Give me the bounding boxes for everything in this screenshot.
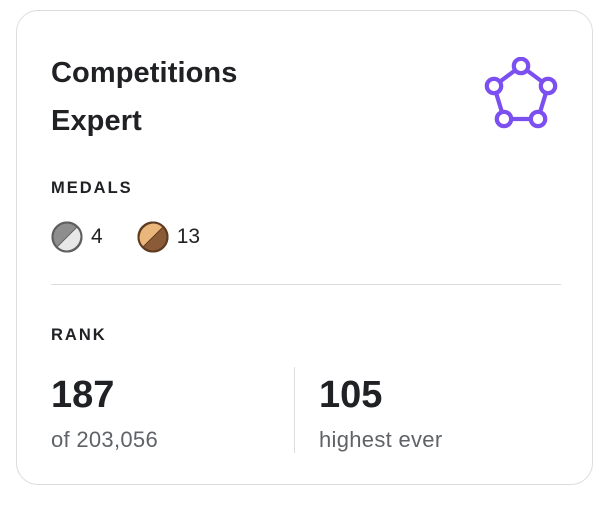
silver-medal: 4 (50, 220, 103, 254)
section-divider (51, 284, 561, 285)
title-line-category: Competitions (51, 57, 238, 89)
rank-label: RANK (51, 326, 107, 344)
medals-label: MEDALS (51, 179, 133, 197)
bronze-medal-icon (137, 221, 169, 253)
current-rank-caption: of 203,056 (51, 427, 158, 452)
silver-medal-icon (51, 221, 83, 253)
competitions-card: Competitions Expert MEDALS 4 13 RANK 187… (16, 10, 593, 485)
bronze-medal-count: 13 (176, 225, 201, 248)
title-line-tier: Expert (51, 105, 142, 137)
expert-tier-pentagon-icon (484, 57, 558, 129)
rank-separator (294, 367, 295, 453)
highest-rank: 105 highest ever (319, 373, 442, 453)
highest-rank-caption: highest ever (319, 427, 443, 452)
bronze-medal: 13 (136, 220, 200, 254)
highest-rank-value: 105 (319, 374, 383, 416)
medals-row: 4 13 (50, 220, 233, 254)
card-title: Competitions Expert (51, 49, 237, 145)
silver-medal-count: 4 (91, 225, 103, 248)
current-rank: 187 of 203,056 (51, 373, 158, 453)
current-rank-value: 187 (51, 374, 115, 416)
